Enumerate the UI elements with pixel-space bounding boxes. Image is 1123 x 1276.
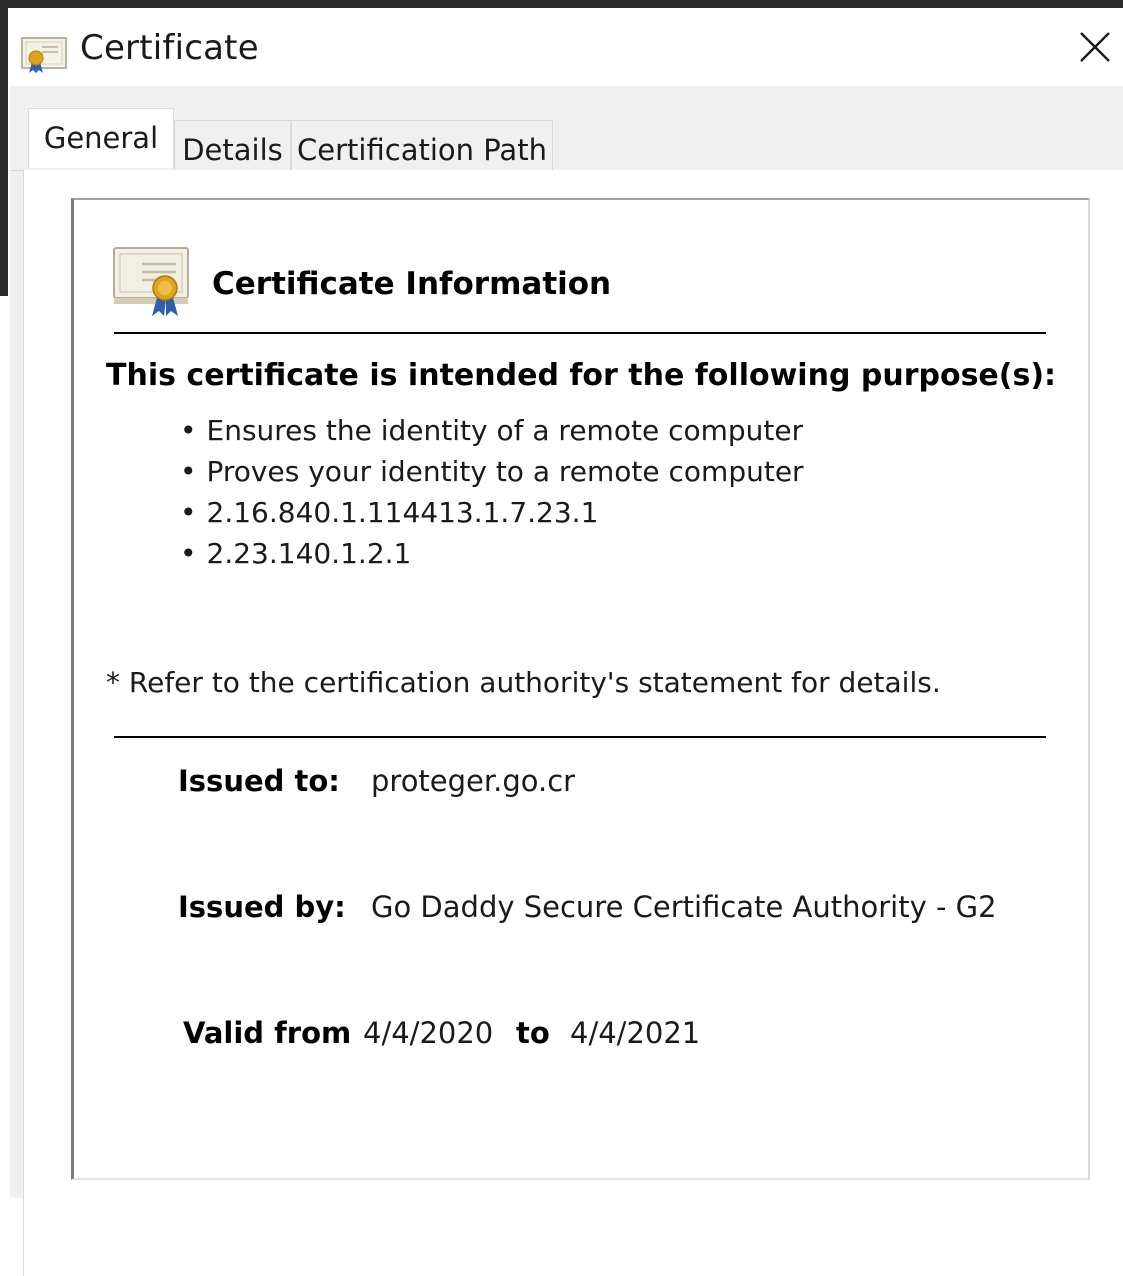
valid-from-date: 4/4/2020 — [363, 1016, 494, 1050]
tab-general[interactable]: General — [28, 108, 174, 168]
certificate-icon — [113, 247, 189, 316]
purpose-heading: This certificate is intended for the fol… — [106, 358, 1057, 393]
list-item: 2.16.840.1.114413.1.7.23.1 — [180, 492, 804, 533]
certificate-dialog: Certificate General Details Certificatio… — [10, 8, 1123, 1276]
close-icon[interactable] — [1072, 24, 1118, 70]
general-tab-page: Certificate Information This certificate… — [23, 170, 1123, 1276]
issued-to-label: Issued to: — [178, 764, 340, 798]
certificate-info-panel: Certificate Information This certificate… — [71, 198, 1090, 1180]
divider — [114, 332, 1046, 334]
valid-to-label: to — [516, 1016, 550, 1050]
certificate-icon — [21, 37, 67, 73]
purpose-list: Ensures the identity of a remote compute… — [180, 410, 804, 574]
valid-to-date: 4/4/2021 — [570, 1016, 701, 1050]
list-item: 2.23.140.1.2.1 — [180, 533, 804, 574]
divider — [114, 736, 1046, 738]
window-frame-top — [0, 0, 1123, 8]
ca-statement-note: * Refer to the certification authority's… — [106, 666, 941, 699]
title-bar[interactable]: Certificate — [10, 8, 1123, 86]
issued-to-value: proteger.go.cr — [371, 764, 576, 798]
issued-by-value: Go Daddy Secure Certificate Authority - … — [371, 890, 997, 924]
window-frame-left — [0, 0, 8, 296]
tab-area: General Details Certification Path Certi… — [10, 86, 1123, 1276]
tab-details[interactable]: Details — [174, 120, 291, 170]
window-title: Certificate — [80, 28, 259, 68]
list-item: Proves your identity to a remote compute… — [180, 451, 804, 492]
issued-by-label: Issued by: — [178, 890, 346, 924]
list-item: Ensures the identity of a remote compute… — [180, 410, 804, 451]
certificate-information-title: Certificate Information — [212, 266, 612, 302]
tab-certification-path[interactable]: Certification Path — [291, 120, 553, 170]
valid-from-label: Valid from — [183, 1016, 352, 1050]
